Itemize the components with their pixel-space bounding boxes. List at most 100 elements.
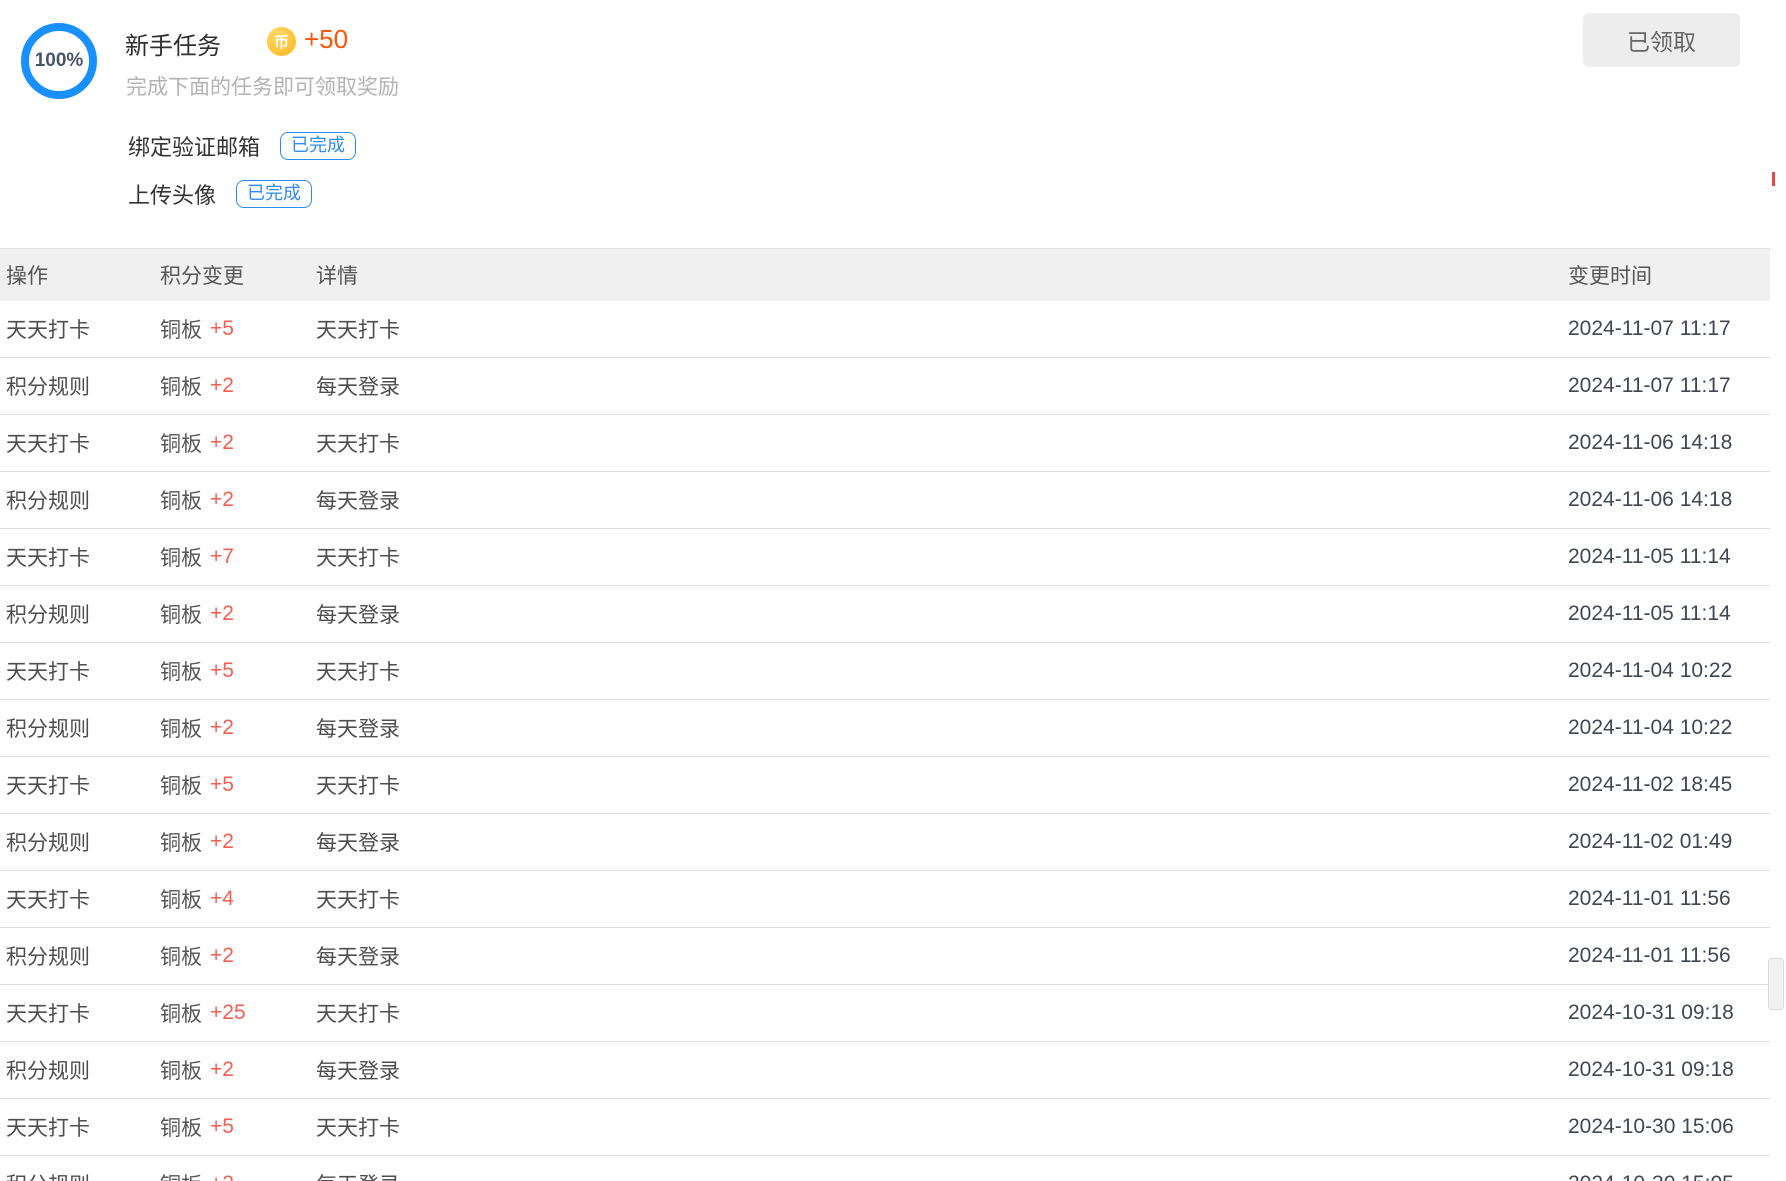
- cell-detail: 天天打卡: [316, 643, 400, 699]
- scrollbar-thumb[interactable]: [1768, 958, 1784, 1010]
- task-status-badge: 已完成: [236, 180, 312, 209]
- col-header-detail: 详情: [316, 249, 358, 301]
- coin-glyph: 币: [274, 31, 289, 52]
- cell-detail: 天天打卡: [316, 301, 400, 357]
- table-row: 积分规则铜板+2每天登录2024-11-04 10:22: [0, 700, 1770, 757]
- cell-time: 2024-11-01 11:56: [1568, 871, 1731, 927]
- table-row: 积分规则铜板+2每天登录2024-11-02 01:49: [0, 814, 1770, 871]
- cell-action: 天天打卡: [6, 301, 90, 357]
- points-delta: +5: [210, 1115, 234, 1139]
- table-row: 积分规则铜板+2每天登录2024-11-01 11:56: [0, 928, 1770, 985]
- cell-time: 2024-11-01 11:56: [1568, 928, 1731, 984]
- cell-detail: 天天打卡: [316, 757, 400, 813]
- currency-label: 铜板: [160, 827, 202, 857]
- page-subtitle: 完成下面的任务即可领取奖励: [126, 71, 399, 101]
- cell-points: 铜板+2: [160, 1042, 234, 1098]
- cell-detail: 每天登录: [316, 1042, 400, 1098]
- table-row: 积分规则 铜板+2 每天登录 2024-10-31 09:18: [0, 1042, 1770, 1099]
- cell-action: 天天打卡: [6, 871, 90, 927]
- task-label: 绑定验证邮箱: [128, 130, 260, 162]
- cell-time: 2024-11-04 10:22: [1568, 700, 1732, 756]
- coin-icon: 币: [267, 27, 296, 56]
- cell-action: 积分规则: [6, 1156, 90, 1181]
- claim-button[interactable]: 已领取: [1583, 13, 1740, 67]
- task-label: 上传头像: [128, 178, 216, 210]
- currency-label: 铜板: [160, 485, 202, 515]
- table-row: 天天打卡 铜板+5 天天打卡 2024-11-07 11:17: [0, 301, 1770, 358]
- currency-label: 铜板: [160, 713, 202, 743]
- points-delta: +7: [210, 545, 234, 569]
- cell-time: 2024-11-06 14:18: [1568, 415, 1732, 471]
- cell-detail: 每天登录: [316, 358, 400, 414]
- points-delta: +5: [210, 659, 234, 683]
- cell-action: 天天打卡: [6, 985, 90, 1041]
- currency-label: 铜板: [160, 941, 202, 971]
- cell-detail: 每天登录: [316, 700, 400, 756]
- points-delta: +2: [210, 374, 234, 398]
- cell-points: 铜板 +5: [160, 757, 234, 813]
- points-delta: +2: [210, 716, 234, 740]
- cell-detail: 每天登录: [316, 928, 400, 984]
- currency-label: 铜板: [160, 599, 202, 629]
- cell-points: 铜板 +7: [160, 529, 234, 585]
- cell-detail: 每天登录: [316, 586, 400, 642]
- currency-label: 铜板: [160, 1055, 202, 1085]
- cell-points: 铜板+25: [160, 985, 246, 1041]
- currency-label: 铜板: [160, 542, 202, 572]
- table-row: 天天打卡铜板+5天天打卡2024-11-02 18:45: [0, 757, 1770, 814]
- table-row: 天天打卡铜板+4天天打卡2024-11-01 11:56: [0, 871, 1770, 928]
- cell-time: 2024-11-05 11:14: [1568, 529, 1731, 585]
- cell-detail: 每天登录: [316, 814, 400, 870]
- cell-time: 2024-10-30 15:05: [1568, 1156, 1734, 1181]
- table-row: 天天打卡铜板+7天天打卡2024-11-05 11:14: [0, 529, 1770, 586]
- points-delta: +4: [210, 887, 234, 911]
- table-body: 天天打卡铜板+5天天打卡2024-11-07 11:17积分规则铜板+2每天登录…: [0, 301, 1770, 1181]
- cell-points: 铜板 +2: [160, 1156, 234, 1181]
- table-row: 天天打卡铜板+5天天打卡2024-11-04 10:22: [0, 643, 1770, 700]
- cell-action: 积分规则: [6, 814, 90, 870]
- progress-value: 100%: [35, 50, 84, 72]
- points-delta: +2: [210, 1172, 234, 1181]
- cell-time: 2024-11-02 18:45: [1568, 757, 1732, 813]
- cell-points: 铜板+5: [160, 643, 234, 699]
- cell-points: 铜板 +2: [160, 928, 234, 984]
- currency-label: 铜板: [160, 1169, 202, 1181]
- col-header-action: 操作: [6, 249, 48, 301]
- col-header-time: 变更时间: [1568, 249, 1652, 301]
- cell-time: 2024-10-31 09:18: [1568, 985, 1734, 1041]
- points-delta: +2: [210, 830, 234, 854]
- currency-label: 铜板: [160, 314, 202, 344]
- red-marker: [1772, 172, 1775, 186]
- cell-points: 铜板 +2: [160, 700, 234, 756]
- cell-detail: 天天打卡: [316, 985, 400, 1041]
- points-delta: +5: [210, 773, 234, 797]
- cell-detail: 天天打卡: [316, 415, 400, 471]
- progress-ring-badge: 100%: [21, 23, 97, 99]
- cell-time: 2024-11-07 11:17: [1568, 358, 1731, 414]
- cell-time: 2024-11-04 10:22: [1568, 643, 1732, 699]
- page: 100% 新手任务 币 +50 完成下面的任务即可领取奖励 已领取 绑定验证邮箱…: [0, 0, 1786, 1181]
- cell-time: 2024-11-05 11:14: [1568, 586, 1731, 642]
- currency-label: 铜板: [160, 428, 202, 458]
- cell-action: 天天打卡: [6, 415, 90, 471]
- table-row: 天天打卡 铜板+25 天天打卡 2024-10-31 09:18: [0, 985, 1770, 1042]
- cell-points: 铜板 +2: [160, 415, 234, 471]
- col-header-points: 积分变更: [160, 249, 244, 301]
- cell-points: 铜板+5: [160, 301, 234, 357]
- points-delta: +2: [210, 431, 234, 455]
- cell-time: 2024-10-31 09:18: [1568, 1042, 1734, 1098]
- currency-label: 铜板: [160, 770, 202, 800]
- cell-detail: 每天登录: [316, 1156, 400, 1181]
- points-delta: +25: [210, 1001, 246, 1025]
- cell-time: 2024-10-30 15:06: [1568, 1099, 1734, 1155]
- cell-action: 积分规则: [6, 472, 90, 528]
- task-item: 上传头像已完成: [128, 178, 312, 210]
- cell-action: 天天打卡: [6, 1099, 90, 1155]
- points-delta: +2: [210, 944, 234, 968]
- points-delta: +2: [210, 488, 234, 512]
- cell-action: 积分规则: [6, 358, 90, 414]
- points-table: 操作 积分变更 详情 变更时间 天天打卡铜板+5天天打卡2024-11-07 1…: [0, 248, 1770, 1181]
- cell-action: 积分规则: [6, 1042, 90, 1098]
- cell-time: 2024-11-07 11:17: [1568, 301, 1731, 357]
- cell-detail: 天天打卡: [316, 1099, 400, 1155]
